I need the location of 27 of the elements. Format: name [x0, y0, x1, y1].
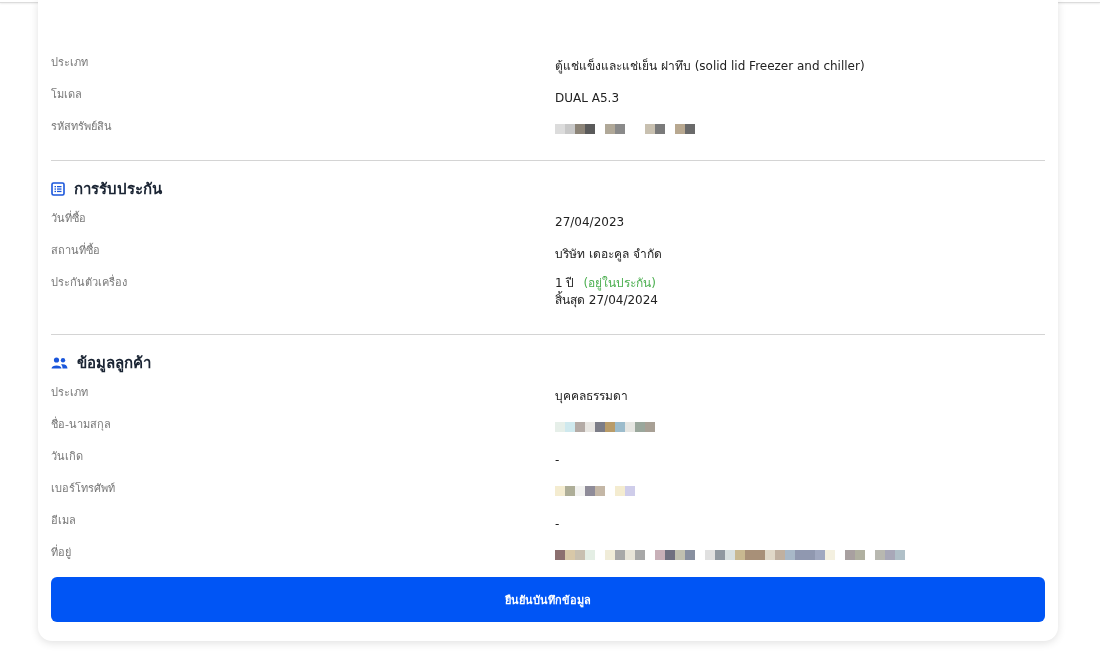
field-label: โมเดล [51, 87, 83, 103]
field-label: วันเกิด [51, 449, 84, 465]
field-label: อีเมล [51, 513, 77, 529]
field-value: 1 ปี [555, 275, 575, 291]
field-value: - [555, 517, 560, 531]
field-label: ประเภท [51, 55, 89, 71]
warranty-status: (อยู่ในประกัน) [583, 275, 656, 291]
field-value: DUAL A5.3 [555, 91, 620, 105]
field-value: - [555, 453, 560, 467]
field-label: ประเภท [51, 385, 89, 401]
field-value: 27/04/2023 [555, 215, 625, 229]
field-value: บุคคลธรรมดา [555, 389, 628, 403]
field-label: สถานที่ซื้อ [51, 241, 101, 259]
field-label: ที่อยู่ [51, 543, 72, 561]
section-title: ข้อมูลลูกค้า [77, 353, 151, 375]
warranty-end-date: สิ้นสุด 27/04/2024 [555, 292, 659, 309]
list-icon [51, 182, 65, 196]
field-value: ตู้แช่แข็งและแช่เย็น ฝาทึบ (solid lid Freezer and chiller) [555, 59, 865, 73]
people-icon [51, 357, 68, 369]
field-label: เบอร์โทรศัพท์ [51, 481, 116, 497]
field-label: ชื่อ-นามสกุล [51, 415, 112, 433]
field-value: บริษัท เดอะคูล จำกัด [555, 247, 662, 261]
section-title: การรับประกัน [74, 179, 162, 200]
field-label: วันที่ซื้อ [51, 209, 87, 227]
field-label: รหัสทรัพย์สิน [51, 119, 113, 135]
confirm-button[interactable]: ยืนยันบันทึกข้อมูล [51, 577, 1045, 622]
field-label: ประกันตัวเครื่อง [51, 273, 128, 291]
